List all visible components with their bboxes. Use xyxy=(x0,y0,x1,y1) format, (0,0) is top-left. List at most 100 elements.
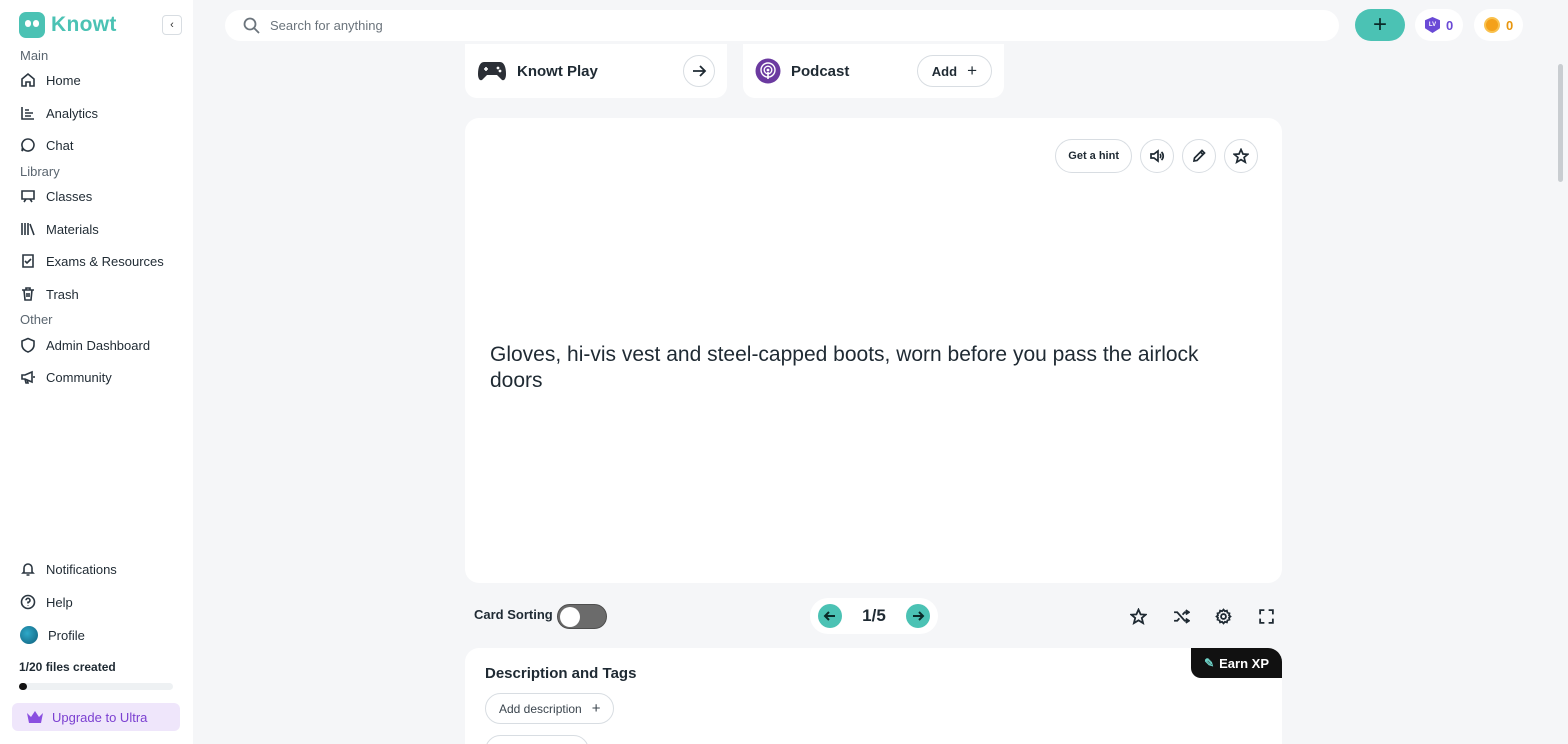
knowt-logo-icon xyxy=(19,12,45,38)
files-progress-bar xyxy=(19,683,173,690)
star-icon xyxy=(1233,148,1249,164)
speaker-icon xyxy=(1150,149,1165,163)
sidebar-item-label: Community xyxy=(46,369,112,385)
sidebar: Knowt ‹ Main Home Analytics Chat Library… xyxy=(0,0,193,744)
sidebar-item-label: Admin Dashboard xyxy=(46,337,151,353)
sidebar-item-label: Analytics xyxy=(46,105,99,121)
shuffle-icon xyxy=(1173,608,1190,624)
sidebar-item-exams-resources[interactable]: Exams & Resources xyxy=(20,250,164,272)
sidebar-item-admin-dashboard[interactable]: Admin Dashboard xyxy=(20,334,150,356)
sidebar-item-label: Help xyxy=(46,594,73,610)
knowt-logo[interactable]: Knowt xyxy=(19,12,117,38)
help-icon xyxy=(20,594,36,610)
add-description-button[interactable]: Add description + xyxy=(485,693,615,724)
arrow-right-icon xyxy=(693,65,707,77)
get-hint-button[interactable]: Get a hint xyxy=(1055,139,1132,173)
gamepad-icon xyxy=(478,62,506,81)
sidebar-item-label: Trash xyxy=(46,286,79,302)
fullscreen-button[interactable] xyxy=(1251,601,1281,631)
star-card-button[interactable] xyxy=(1224,139,1258,173)
plus-icon: + xyxy=(967,61,977,80)
pencil-icon xyxy=(1192,149,1206,163)
plus-icon: + xyxy=(1372,11,1387,38)
bell-icon xyxy=(21,563,35,576)
analytics-icon xyxy=(21,107,34,120)
add-description-label: Add description xyxy=(499,701,582,716)
section-label-other: Other xyxy=(20,312,53,327)
arrow-right-icon xyxy=(912,611,925,621)
home-icon xyxy=(21,72,35,87)
settings-button[interactable] xyxy=(1208,601,1238,631)
create-new-button[interactable]: + xyxy=(1355,9,1405,41)
podcast-add-label: Add xyxy=(931,63,958,79)
sidebar-item-label: Profile xyxy=(48,627,85,643)
podcast-title: Podcast xyxy=(791,62,850,80)
page-scrollbar[interactable] xyxy=(1558,64,1563,182)
podcast-icon xyxy=(755,58,781,84)
starred-only-button[interactable] xyxy=(1123,601,1153,631)
level-badge[interactable]: LV 0 xyxy=(1415,9,1464,41)
sidebar-item-label: Materials xyxy=(46,221,99,237)
earn-xp-badge[interactable]: ✎ Earn XP xyxy=(1191,648,1282,678)
chat-icon xyxy=(21,138,35,152)
avatar xyxy=(20,626,38,644)
toggle-knob xyxy=(560,607,580,627)
previous-card-button[interactable] xyxy=(818,604,842,628)
podcast-card[interactable]: Podcast Add + xyxy=(743,44,1004,98)
sidebar-item-community[interactable]: Community xyxy=(20,366,112,388)
description-panel: Description and Tags ✎ Earn XP Add descr… xyxy=(465,648,1282,744)
materials-icon xyxy=(21,223,35,236)
add-tags-button[interactable] xyxy=(485,735,589,744)
coin-badge[interactable]: 0 xyxy=(1474,9,1524,41)
section-label-library: Library xyxy=(20,164,60,179)
search-bar[interactable] xyxy=(225,10,1339,41)
podcast-add-button[interactable]: Add + xyxy=(916,55,992,87)
sidebar-item-trash[interactable]: Trash xyxy=(20,283,79,305)
sidebar-item-label: Notifications xyxy=(46,561,117,577)
chevron-left-icon: ‹ xyxy=(170,19,174,31)
sidebar-item-label: Classes xyxy=(46,188,93,204)
crown-icon xyxy=(27,711,43,723)
flashcard-text: Gloves, hi-vis vest and steel-capped boo… xyxy=(490,343,1199,392)
upgrade-label: Upgrade to Ultra xyxy=(52,709,148,725)
collapse-sidebar-button[interactable]: ‹ xyxy=(162,15,182,35)
plus-icon: + xyxy=(591,700,601,717)
star-icon xyxy=(1129,607,1147,625)
coin-count: 0 xyxy=(1506,17,1514,33)
sidebar-item-label: Exams & Resources xyxy=(46,253,164,269)
sidebar-item-materials[interactable]: Materials xyxy=(20,218,99,240)
sidebar-item-classes[interactable]: Classes xyxy=(20,185,92,207)
gear-icon xyxy=(1214,607,1232,625)
next-card-button[interactable] xyxy=(905,604,930,628)
sidebar-item-analytics[interactable]: Analytics xyxy=(20,102,98,124)
knowt-play-open-button[interactable] xyxy=(683,55,715,87)
sidebar-item-chat[interactable]: Chat xyxy=(20,134,73,156)
knowt-play-card[interactable]: Knowt Play xyxy=(465,44,727,98)
sidebar-item-label: Chat xyxy=(46,137,74,153)
card-pager: 1/5 xyxy=(810,598,938,634)
arrow-left-icon xyxy=(823,611,835,621)
megaphone-icon xyxy=(21,370,35,384)
card-sorting-toggle[interactable] xyxy=(557,604,607,629)
flashcard-toolbar: Get a hint xyxy=(1055,139,1258,173)
files-created-count: 1/20 files created xyxy=(19,660,116,674)
description-title: Description and Tags xyxy=(485,665,637,682)
sidebar-item-home[interactable]: Home xyxy=(20,69,81,91)
edit-card-button[interactable] xyxy=(1182,139,1216,173)
knowt-play-title: Knowt Play xyxy=(517,62,598,80)
earn-xp-label: Earn XP xyxy=(1219,655,1269,671)
section-label-main: Main xyxy=(20,48,49,63)
files-progress-fill xyxy=(19,683,27,690)
read-aloud-button[interactable] xyxy=(1140,139,1174,173)
shield-icon xyxy=(21,337,35,353)
search-input[interactable] xyxy=(270,18,1170,33)
sidebar-item-label: Home xyxy=(46,72,81,88)
upgrade-to-ultra-button[interactable]: Upgrade to Ultra xyxy=(12,703,180,731)
shuffle-button[interactable] xyxy=(1166,601,1196,631)
exams-icon xyxy=(22,254,34,268)
sidebar-item-profile[interactable]: Profile xyxy=(20,624,85,646)
sidebar-item-notifications[interactable]: Notifications xyxy=(20,558,117,580)
sidebar-item-help[interactable]: Help xyxy=(20,591,73,613)
level-icon: LV xyxy=(1425,17,1440,33)
flashcard[interactable]: Get a hint Gloves, hi-vis vest and steel… xyxy=(465,118,1282,583)
